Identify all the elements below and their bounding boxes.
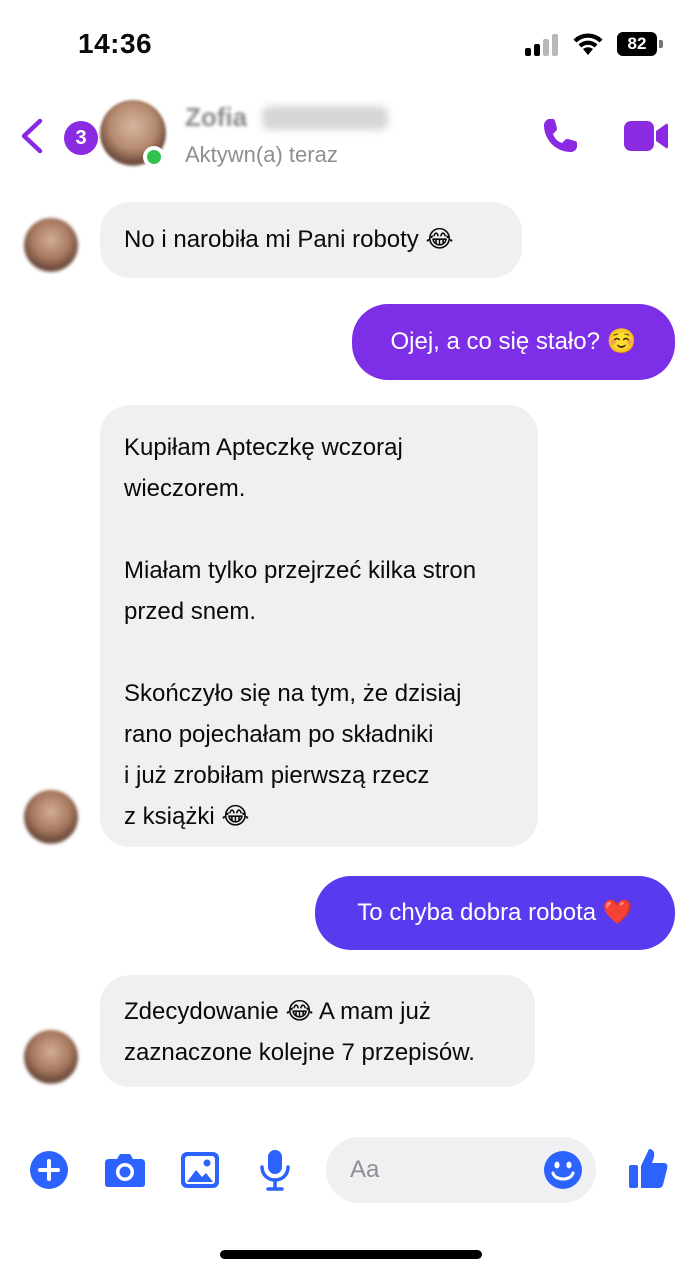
battery-level: 82 xyxy=(617,32,657,56)
microphone-icon[interactable] xyxy=(258,1148,292,1192)
message-incoming[interactable]: Kupiłam Apteczkę wczoraj wieczorem. Miał… xyxy=(100,405,538,847)
message-incoming[interactable]: Zdecydowanie 😂 A mam już zaznaczone kole… xyxy=(100,975,535,1087)
chat-header: 3 Zofia Aktywn(a) teraz xyxy=(0,92,700,182)
message-outgoing[interactable]: To chyba dobra robota ❤️ xyxy=(315,876,675,950)
message-incoming[interactable]: No i narobiła mi Pani roboty 😂 xyxy=(100,202,522,278)
back-button[interactable]: 3 xyxy=(18,114,98,156)
message-input-pill[interactable] xyxy=(326,1137,596,1203)
laughing-emoji: 😂 xyxy=(285,997,314,1025)
plus-icon[interactable] xyxy=(29,1150,69,1190)
contact-avatar-small[interactable] xyxy=(24,218,78,272)
battery-icon: 82 xyxy=(617,32,663,56)
contact-surname-blurred xyxy=(262,106,388,130)
message-composer xyxy=(0,1120,700,1220)
contact-avatar-small[interactable] xyxy=(24,790,78,844)
status-time: 14:36 xyxy=(78,28,153,59)
online-indicator xyxy=(143,146,165,168)
image-icon[interactable] xyxy=(180,1150,220,1190)
heart-emoji: ❤️ xyxy=(602,898,633,926)
unread-count-badge: 3 xyxy=(64,121,98,155)
contact-avatar-small[interactable] xyxy=(24,1030,78,1084)
status-bar: 14:36 82 xyxy=(0,0,700,90)
thumbs-up-icon[interactable] xyxy=(627,1146,669,1190)
video-camera-icon[interactable] xyxy=(622,119,670,153)
contact-name[interactable]: Zofia xyxy=(185,102,247,133)
laughing-emoji: 😂 xyxy=(425,225,454,253)
wifi-icon xyxy=(573,33,603,55)
camera-icon[interactable] xyxy=(103,1150,147,1190)
chevron-left-icon xyxy=(21,118,43,154)
smiling-emoji: ☺️ xyxy=(606,327,637,355)
laughing-emoji: 😂 xyxy=(221,802,250,830)
phone-icon[interactable] xyxy=(540,116,580,156)
smiley-icon[interactable] xyxy=(543,1150,583,1190)
cellular-signal-icon xyxy=(525,34,561,56)
contact-status: Aktywn(a) teraz xyxy=(185,142,338,167)
home-indicator[interactable] xyxy=(220,1250,482,1259)
message-input[interactable] xyxy=(350,1137,530,1203)
message-outgoing[interactable]: Ojej, a co się stało? ☺️ xyxy=(352,304,675,380)
